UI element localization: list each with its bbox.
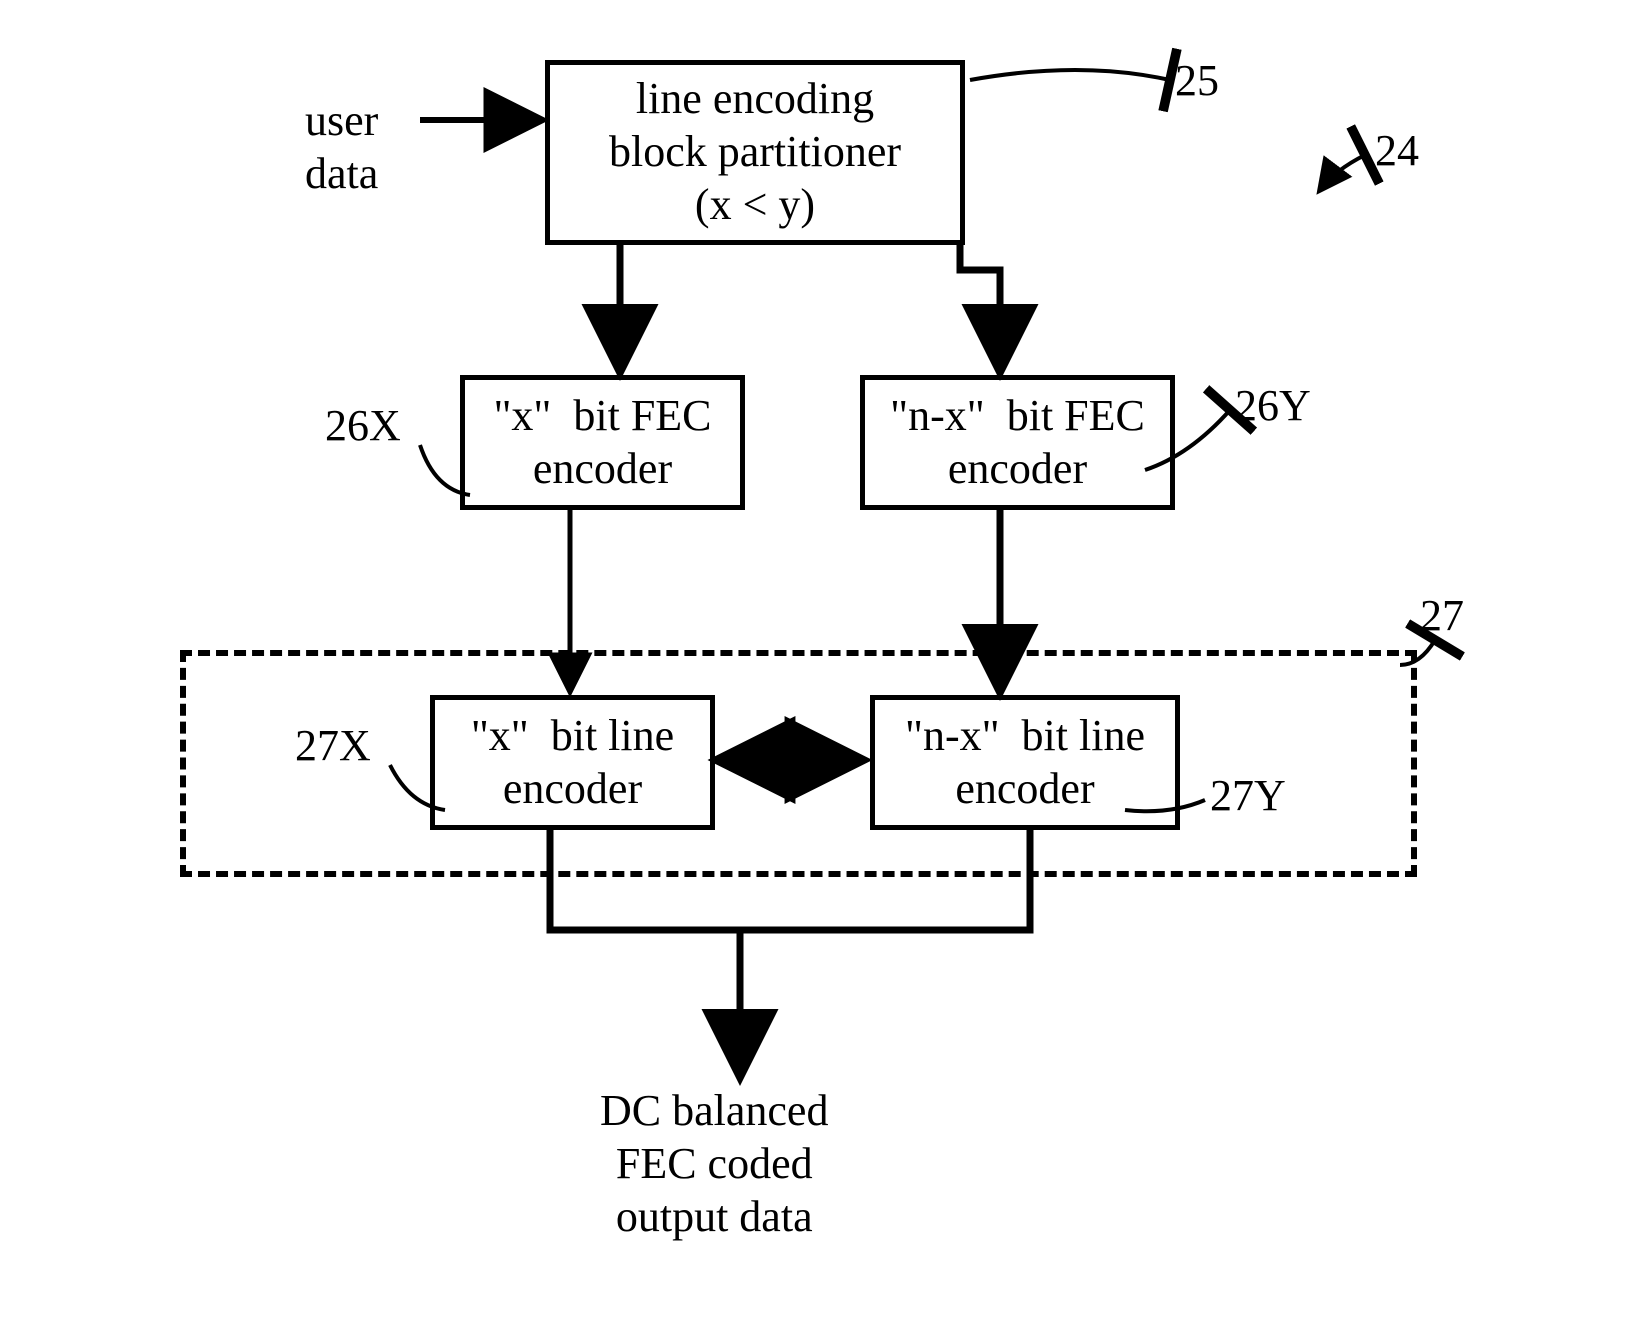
leader-27X bbox=[390, 765, 445, 810]
leader-26Y bbox=[1145, 410, 1230, 470]
arrow-25-to-26Y bbox=[960, 240, 1000, 370]
connectors bbox=[0, 0, 1625, 1319]
diagram-stage: { "input_label": "user\ndata", "box25": … bbox=[0, 0, 1625, 1319]
leader-25 bbox=[970, 70, 1170, 80]
leader-27 bbox=[1400, 640, 1435, 665]
merge-left bbox=[550, 825, 740, 930]
leader-27Y bbox=[1125, 800, 1205, 811]
leader-26X bbox=[420, 445, 470, 495]
merge-right bbox=[740, 825, 1030, 930]
leader-24 bbox=[1320, 155, 1365, 190]
